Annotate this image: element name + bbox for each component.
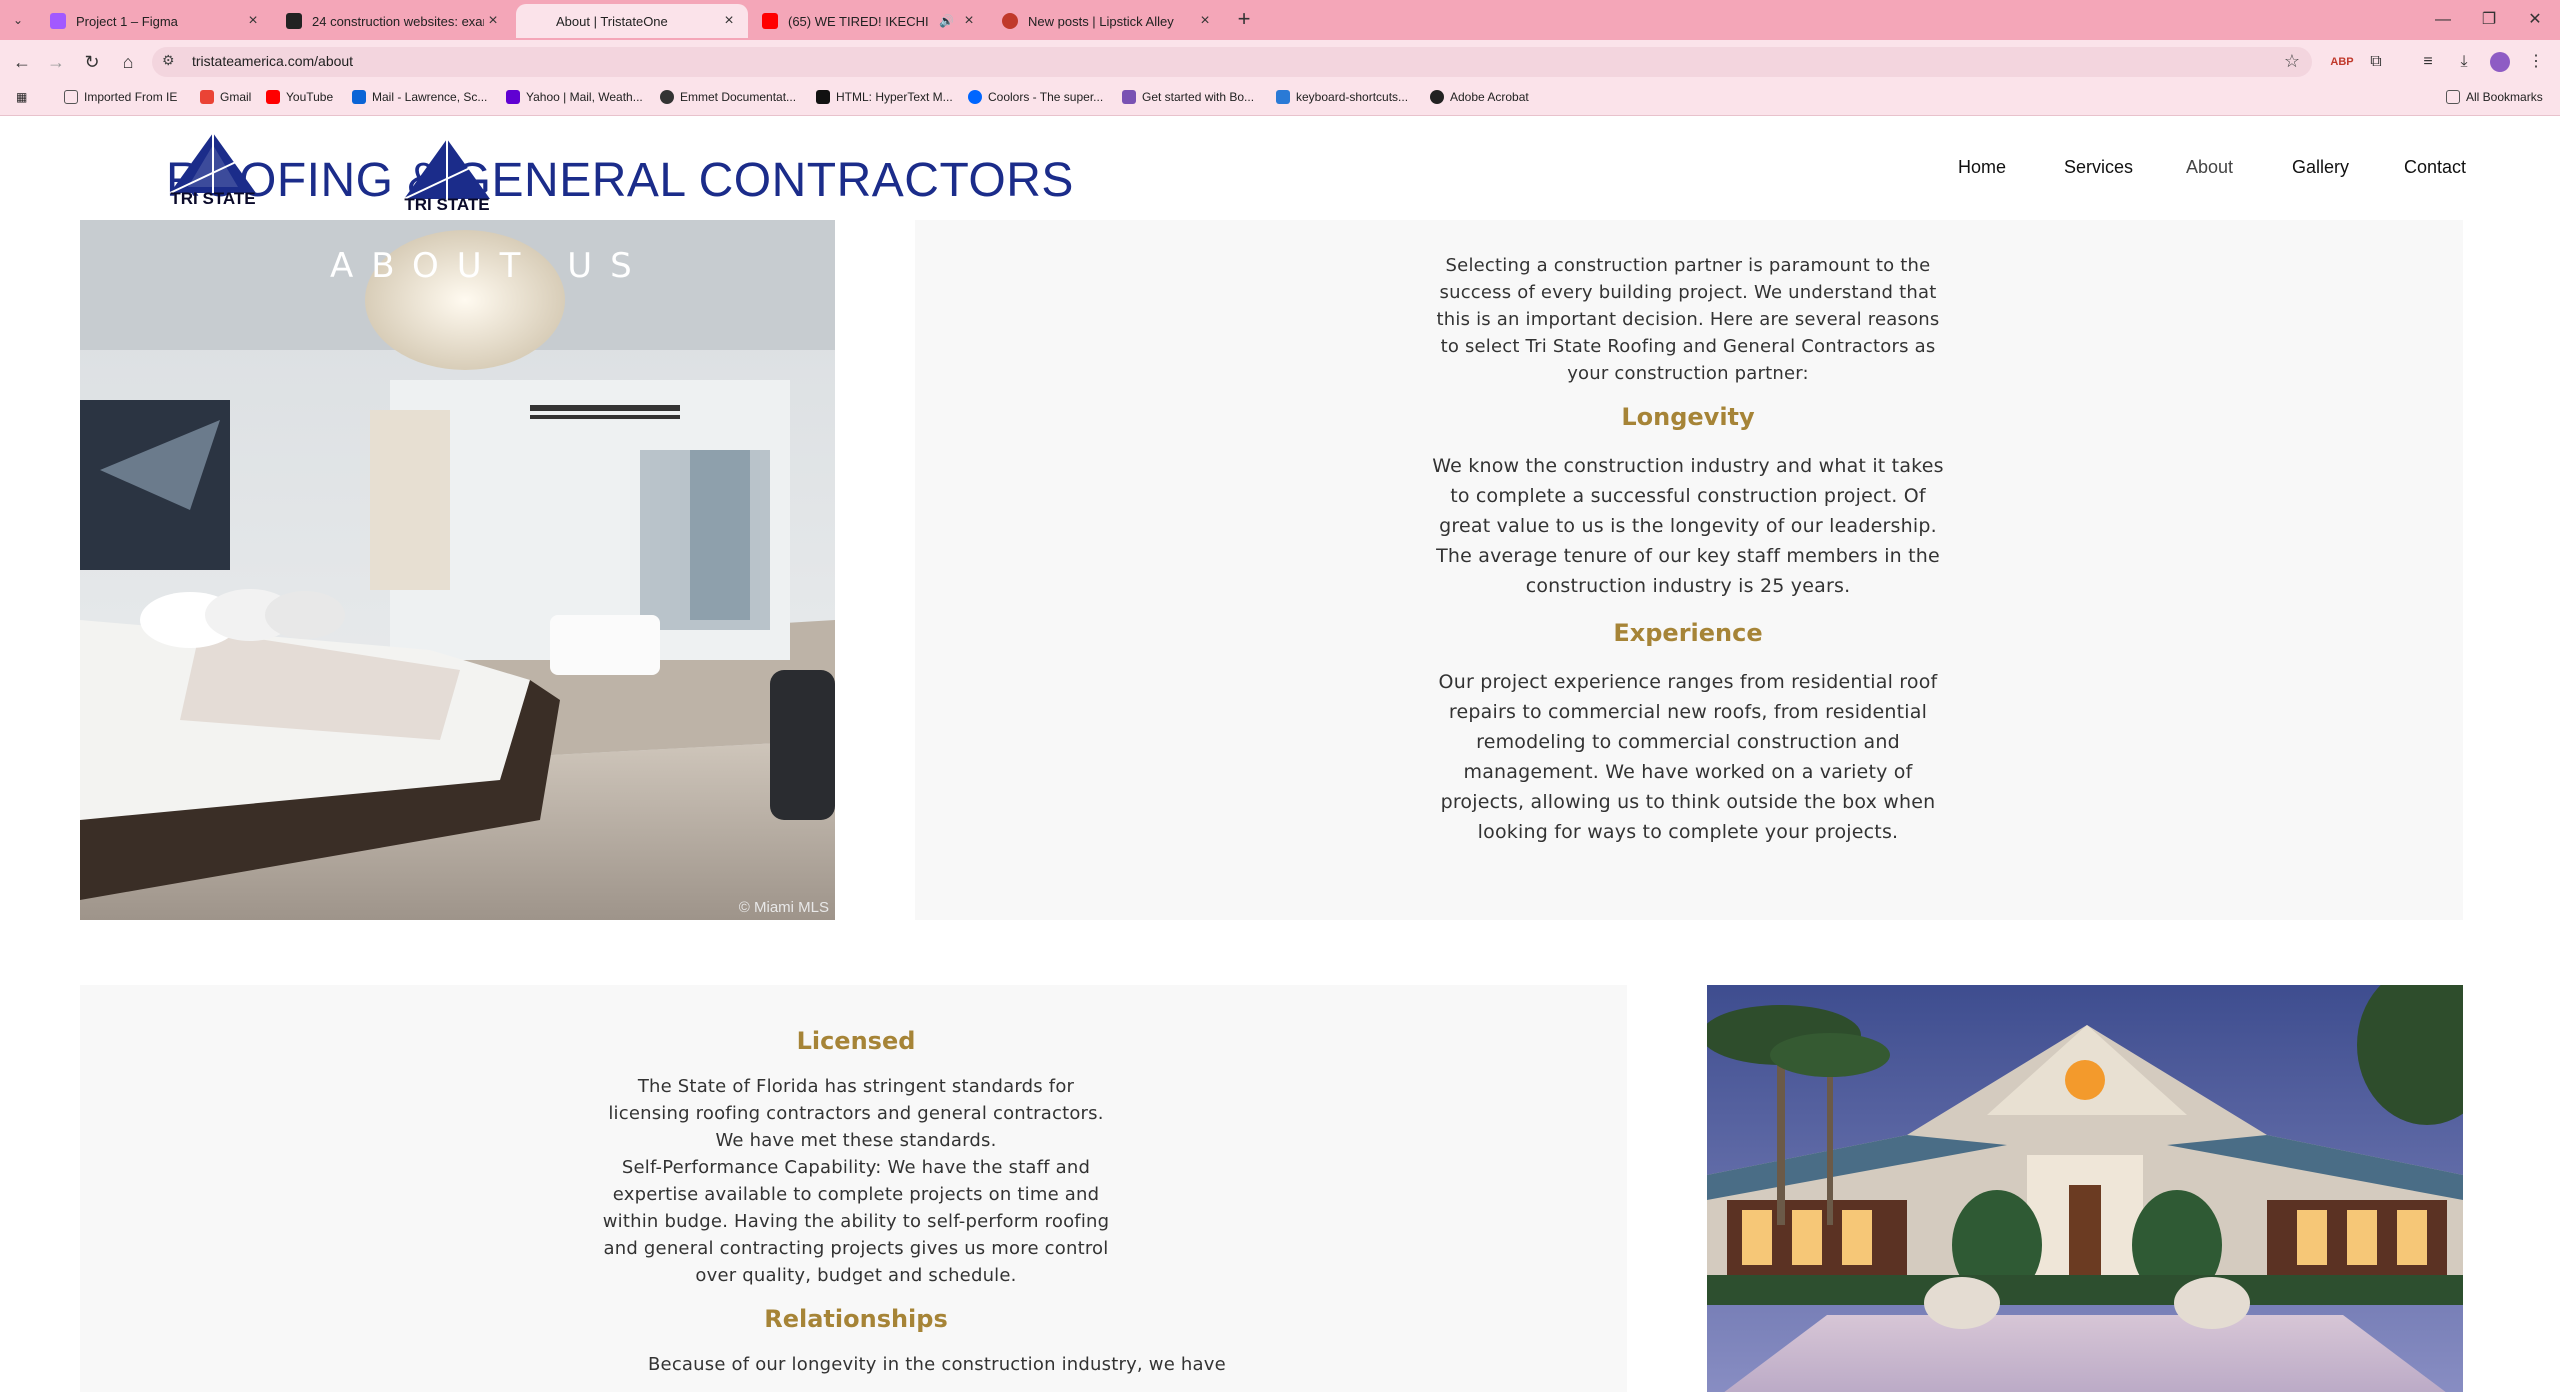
audio-playing-icon[interactable]: 🔊 xyxy=(939,14,954,28)
close-tab-icon[interactable]: × xyxy=(1196,12,1214,30)
site-info-icon[interactable]: ⚙ xyxy=(162,52,175,69)
about-text-column: Selecting a construction partner is para… xyxy=(1428,252,1948,847)
vscode-icon xyxy=(1276,90,1290,104)
tab-construction-websites[interactable]: 24 construction websites: exam × xyxy=(276,4,512,38)
nav-contact[interactable]: Contact xyxy=(2404,157,2466,178)
outlook-icon xyxy=(352,90,366,104)
emmet-icon xyxy=(660,90,674,104)
coolors-icon xyxy=(968,90,982,104)
address-bar[interactable]: ⚙ tristateamerica.com/about ☆ xyxy=(152,47,2312,77)
apps-grid-icon[interactable]: ▦ xyxy=(16,90,27,104)
all-bookmarks-folder[interactable]: All Bookmarks xyxy=(2446,90,2543,104)
about-us-title: ABOUT US xyxy=(330,246,650,286)
media-queue-icon[interactable]: ≡ xyxy=(2416,50,2440,74)
bookmark-yahoo[interactable]: Yahoo | Mail, Weath... xyxy=(506,90,643,104)
bookmark-mail-lawrence[interactable]: Mail - Lawrence, Sc... xyxy=(352,90,487,104)
bedroom-illustration xyxy=(80,220,835,920)
bookmark-adobe-acrobat[interactable]: Adobe Acrobat xyxy=(1430,90,1529,104)
tab-about-tristateone[interactable]: About | TristateOne × xyxy=(516,4,748,38)
bookmark-emmet[interactable]: Emmet Documentat... xyxy=(660,90,796,104)
home-icon[interactable]: ⌂ xyxy=(116,50,140,74)
bookmark-imported-from-ie[interactable]: Imported From IE xyxy=(64,90,177,104)
longevity-paragraph: We know the construction industry and wh… xyxy=(1432,455,1944,597)
bookmark-star-icon[interactable]: ☆ xyxy=(2284,51,2300,72)
tab-search-chevron-icon[interactable]: ⌄ xyxy=(8,10,28,30)
bookmark-gmail[interactable]: Gmail xyxy=(200,90,251,104)
experience-paragraph: Our project experience ranges from resid… xyxy=(1438,671,1938,843)
forward-arrow-icon[interactable]: → xyxy=(44,50,68,74)
close-window-icon[interactable]: ✕ xyxy=(2512,6,2558,34)
nav-services[interactable]: Services xyxy=(2064,157,2133,178)
acrobat-icon xyxy=(1430,90,1444,104)
bookmark-mdn-html[interactable]: HTML: HyperText M... xyxy=(816,90,953,104)
close-tab-icon[interactable]: × xyxy=(244,12,262,30)
youtube-icon xyxy=(762,13,778,29)
web-page: ROOFING & GENERAL CONTRACTORS TRI STATE … xyxy=(0,117,2546,1392)
tab-youtube-video[interactable]: (65) WE TIRED! IKECHI IS A 🔊 × xyxy=(752,4,988,38)
restore-icon[interactable]: ❐ xyxy=(2466,6,2512,34)
minimize-icon[interactable]: — xyxy=(2420,6,2466,34)
nav-home[interactable]: Home xyxy=(1958,157,2006,178)
logo-text: ROOFING & GENERAL CONTRACTORS xyxy=(166,154,1074,207)
close-tab-icon[interactable]: × xyxy=(484,12,502,30)
yahoo-icon xyxy=(506,90,520,104)
nav-about[interactable]: About xyxy=(2186,157,2233,178)
triangle-logo-icon xyxy=(169,133,256,194)
tab-figma[interactable]: Project 1 – Figma × xyxy=(40,4,272,38)
tri-state-logo-mark: TRI STATE xyxy=(168,131,258,211)
browser-tab-bar: ⌄ Project 1 – Figma × 24 construction we… xyxy=(0,0,2560,40)
bookmark-keyboard-shortcuts[interactable]: keyboard-shortcuts... xyxy=(1276,90,1408,104)
licensed-text-column: Licensed The State of Florida has string… xyxy=(598,1027,1226,1378)
adblock-icon[interactable]: ABP xyxy=(2330,50,2354,74)
extensions-puzzle-icon[interactable]: ⧉ xyxy=(2364,50,2388,74)
tri-state-logo-mark-secondary: TRI STATE xyxy=(402,137,492,217)
bedroom-photo: ABOUT US © Miami MLS xyxy=(80,220,835,920)
house-illustration xyxy=(1707,985,2463,1392)
bookmarks-bar: ▦ Imported From IE Gmail YouTube Mail - … xyxy=(0,84,2560,116)
bookmark-youtube[interactable]: YouTube xyxy=(266,90,333,104)
image-credit: © Miami MLS xyxy=(738,899,829,916)
new-tab-button[interactable]: + xyxy=(1232,8,1256,32)
wix-icon xyxy=(286,13,302,29)
folder-icon xyxy=(64,90,78,104)
lipstick-alley-icon xyxy=(1002,13,1018,29)
folder-icon xyxy=(2446,90,2460,104)
nav-gallery[interactable]: Gallery xyxy=(2292,157,2349,178)
bookmark-bootstrap[interactable]: Get started with Bo... xyxy=(1122,90,1254,104)
profile-avatar-icon[interactable] xyxy=(2488,50,2512,74)
youtube-icon xyxy=(266,90,280,104)
gmail-icon xyxy=(200,90,214,104)
browser-toolbar: ← → ↻ ⌂ ⚙ tristateamerica.com/about ☆ AB… xyxy=(0,40,2560,84)
triangle-logo-icon xyxy=(403,139,490,200)
download-icon[interactable]: ⤓ xyxy=(2452,50,2476,74)
browser-menu-icon[interactable]: ⋮ xyxy=(2524,50,2548,74)
relationships-heading: Relationships xyxy=(764,1305,948,1333)
bootstrap-icon xyxy=(1122,90,1136,104)
close-tab-icon[interactable]: × xyxy=(960,12,978,30)
self-performance-paragraph: Self-Performance Capability: We have the… xyxy=(602,1157,1110,1286)
longevity-heading: Longevity xyxy=(1621,403,1755,431)
reload-icon[interactable]: ↻ xyxy=(80,50,104,74)
site-logo[interactable]: ROOFING & GENERAL CONTRACTORS TRI STATE … xyxy=(166,131,1073,227)
close-tab-icon[interactable]: × xyxy=(720,12,738,30)
mdn-icon xyxy=(816,90,830,104)
luxury-house-photo xyxy=(1707,985,2463,1392)
figma-icon xyxy=(50,13,66,29)
licensed-paragraph: The State of Florida has stringent stand… xyxy=(608,1076,1104,1151)
tab-lipstick-alley[interactable]: New posts | Lipstick Alley × xyxy=(992,4,1224,38)
url-text[interactable]: tristateamerica.com/about xyxy=(192,53,353,69)
relationships-paragraph: Because of our longevity in the construc… xyxy=(648,1354,1226,1375)
intro-paragraph: Selecting a construction partner is para… xyxy=(1436,255,1940,384)
experience-heading: Experience xyxy=(1613,619,1763,647)
back-arrow-icon[interactable]: ← xyxy=(10,50,34,74)
licensed-heading: Licensed xyxy=(796,1027,916,1055)
bookmark-coolors[interactable]: Coolors - The super... xyxy=(968,90,1103,104)
